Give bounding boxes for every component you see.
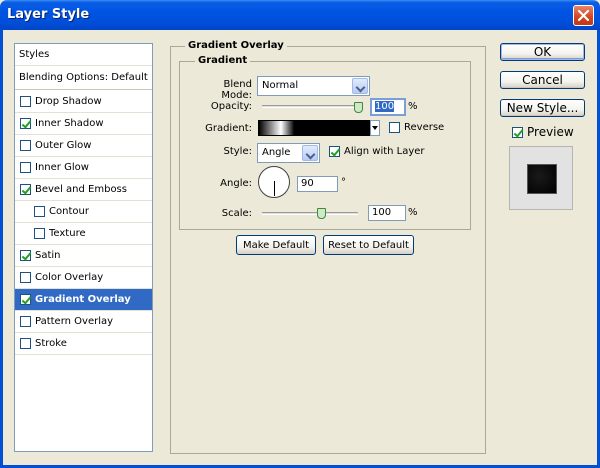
style-item-checkbox[interactable]: [20, 316, 31, 327]
chevron-down-icon: [352, 78, 368, 94]
new-style-button[interactable]: New Style...: [500, 99, 585, 117]
opacity-slider-thumb[interactable]: [354, 102, 363, 113]
window-title: Layer Style: [7, 7, 90, 22]
preview-checkbox-row[interactable]: Preview: [512, 125, 574, 139]
align-with-layer-checkbox[interactable]: [329, 146, 340, 157]
style-item-checkbox[interactable]: [34, 228, 45, 239]
reverse-checkbox-row[interactable]: Reverse: [389, 122, 444, 133]
blend-mode-value: Normal: [262, 80, 299, 91]
angle-input[interactable]: 90: [297, 176, 338, 192]
subgroup-title: Gradient: [195, 55, 251, 66]
style-value: Angle: [262, 147, 291, 158]
style-item-label: Pattern Overlay: [35, 316, 114, 327]
style-item-label: Color Overlay: [35, 272, 104, 283]
angle-unit: °: [341, 177, 346, 188]
style-item-label: Contour: [49, 206, 89, 217]
blend-mode-select[interactable]: Normal: [257, 76, 370, 96]
ok-label: OK: [533, 45, 552, 59]
style-item-label: Inner Shadow: [35, 118, 104, 129]
style-item-stroke[interactable]: Stroke: [15, 333, 152, 355]
style-item-outer-glow[interactable]: Outer Glow: [15, 135, 152, 157]
styles-header[interactable]: Styles: [15, 44, 152, 66]
style-item-checkbox[interactable]: [20, 250, 31, 261]
style-item-inner-shadow[interactable]: Inner Shadow: [15, 113, 152, 135]
style-item-label: Inner Glow: [35, 162, 89, 173]
gradient-picker[interactable]: [258, 120, 370, 136]
style-item-contour[interactable]: Contour: [15, 201, 152, 223]
style-item-label: Stroke: [35, 338, 67, 349]
style-label: Style:: [223, 146, 253, 157]
style-item-label: Gradient Overlay: [35, 294, 131, 305]
scale-value: 100: [372, 207, 392, 218]
ok-button[interactable]: OK: [500, 43, 585, 61]
style-item-pattern-overlay[interactable]: Pattern Overlay: [15, 311, 152, 333]
align-checkbox-row[interactable]: Align with Layer: [329, 146, 425, 157]
title-bar: Layer Style: [0, 0, 600, 30]
group-title: Gradient Overlay: [185, 40, 287, 51]
close-button[interactable]: [573, 5, 594, 26]
style-item-checkbox[interactable]: [20, 294, 31, 305]
style-item-gradient-overlay[interactable]: Gradient Overlay: [15, 289, 152, 311]
reset-to-default-button[interactable]: Reset to Default: [323, 235, 414, 255]
style-item-label: Texture: [49, 228, 86, 239]
angle-value: 90: [301, 178, 314, 189]
make-default-button[interactable]: Make Default: [236, 235, 316, 255]
scale-unit: %: [408, 207, 418, 218]
style-preview: [509, 146, 573, 210]
scale-slider[interactable]: [262, 212, 358, 215]
style-item-checkbox[interactable]: [20, 184, 31, 195]
angle-dial[interactable]: [258, 166, 290, 198]
style-item-texture[interactable]: Texture: [15, 223, 152, 245]
style-item-checkbox[interactable]: [20, 140, 31, 151]
reverse-label: Reverse: [404, 122, 445, 133]
style-item-drop-shadow[interactable]: Drop Shadow: [15, 91, 152, 113]
style-item-checkbox[interactable]: [20, 96, 31, 107]
style-item-checkbox[interactable]: [20, 162, 31, 173]
blending-options-label: Blending Options: Default: [19, 72, 148, 83]
opacity-input[interactable]: 100: [370, 98, 406, 116]
reverse-checkbox[interactable]: [389, 122, 400, 133]
styles-header-label: Styles: [19, 49, 50, 60]
blend-mode-label: Blend Mode:: [221, 79, 252, 101]
scale-slider-thumb[interactable]: [317, 208, 326, 219]
cancel-label: Cancel: [522, 73, 563, 87]
opacity-unit: %: [408, 101, 418, 112]
style-item-label: Drop Shadow: [35, 96, 102, 107]
style-item-inner-glow[interactable]: Inner Glow: [15, 157, 152, 179]
style-item-label: Satin: [35, 250, 61, 261]
preview-swatch: [527, 164, 557, 194]
align-with-layer-label: Align with Layer: [344, 146, 425, 157]
close-icon: [577, 9, 590, 22]
scale-input[interactable]: 100: [368, 205, 406, 221]
style-item-color-overlay[interactable]: Color Overlay: [15, 267, 152, 289]
style-item-checkbox[interactable]: [34, 206, 45, 217]
make-default-label: Make Default: [242, 239, 310, 251]
new-style-label: New Style...: [506, 101, 579, 115]
style-item-label: Outer Glow: [35, 140, 92, 151]
angle-dial-hand: [274, 181, 275, 196]
style-item-label: Bevel and Emboss: [35, 184, 127, 195]
style-item-checkbox[interactable]: [20, 272, 31, 283]
angle-label: Angle:: [220, 178, 252, 189]
styles-list: Styles Blending Options: Default Drop Sh…: [14, 43, 153, 452]
blending-options-item[interactable]: Blending Options: Default: [15, 66, 152, 90]
style-item-checkbox[interactable]: [20, 118, 31, 129]
style-select[interactable]: Angle: [257, 143, 320, 163]
style-item-satin[interactable]: Satin: [15, 245, 152, 267]
gradient-label: Gradient:: [205, 123, 252, 134]
opacity-slider[interactable]: [262, 105, 362, 108]
opacity-value: 100: [375, 101, 395, 112]
chevron-down-icon: [302, 145, 318, 161]
opacity-label: Opacity:: [210, 101, 252, 112]
scale-label: Scale:: [221, 208, 252, 219]
reset-to-default-label: Reset to Default: [328, 239, 409, 251]
style-item-bevel-and-emboss[interactable]: Bevel and Emboss: [15, 179, 152, 201]
gradient-dropdown-icon[interactable]: [370, 120, 380, 136]
preview-checkbox[interactable]: [512, 126, 523, 138]
cancel-button[interactable]: Cancel: [500, 71, 585, 89]
style-item-checkbox[interactable]: [20, 338, 31, 349]
preview-label: Preview: [527, 125, 574, 139]
